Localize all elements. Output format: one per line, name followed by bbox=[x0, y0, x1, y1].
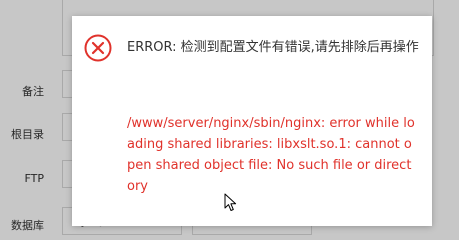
error-title: ERROR: 检测到配置文件有错误,请先排除后再操作 bbox=[127, 40, 419, 55]
error-detail: /www/server/nginx/sbin/nginx: error whil… bbox=[127, 116, 415, 194]
arrow-cursor-icon bbox=[224, 193, 237, 211]
error-dialog: ERROR: 检测到配置文件有错误,请先排除后再操作 /www/server/n… bbox=[72, 16, 432, 226]
error-circle-x-icon bbox=[84, 34, 112, 62]
